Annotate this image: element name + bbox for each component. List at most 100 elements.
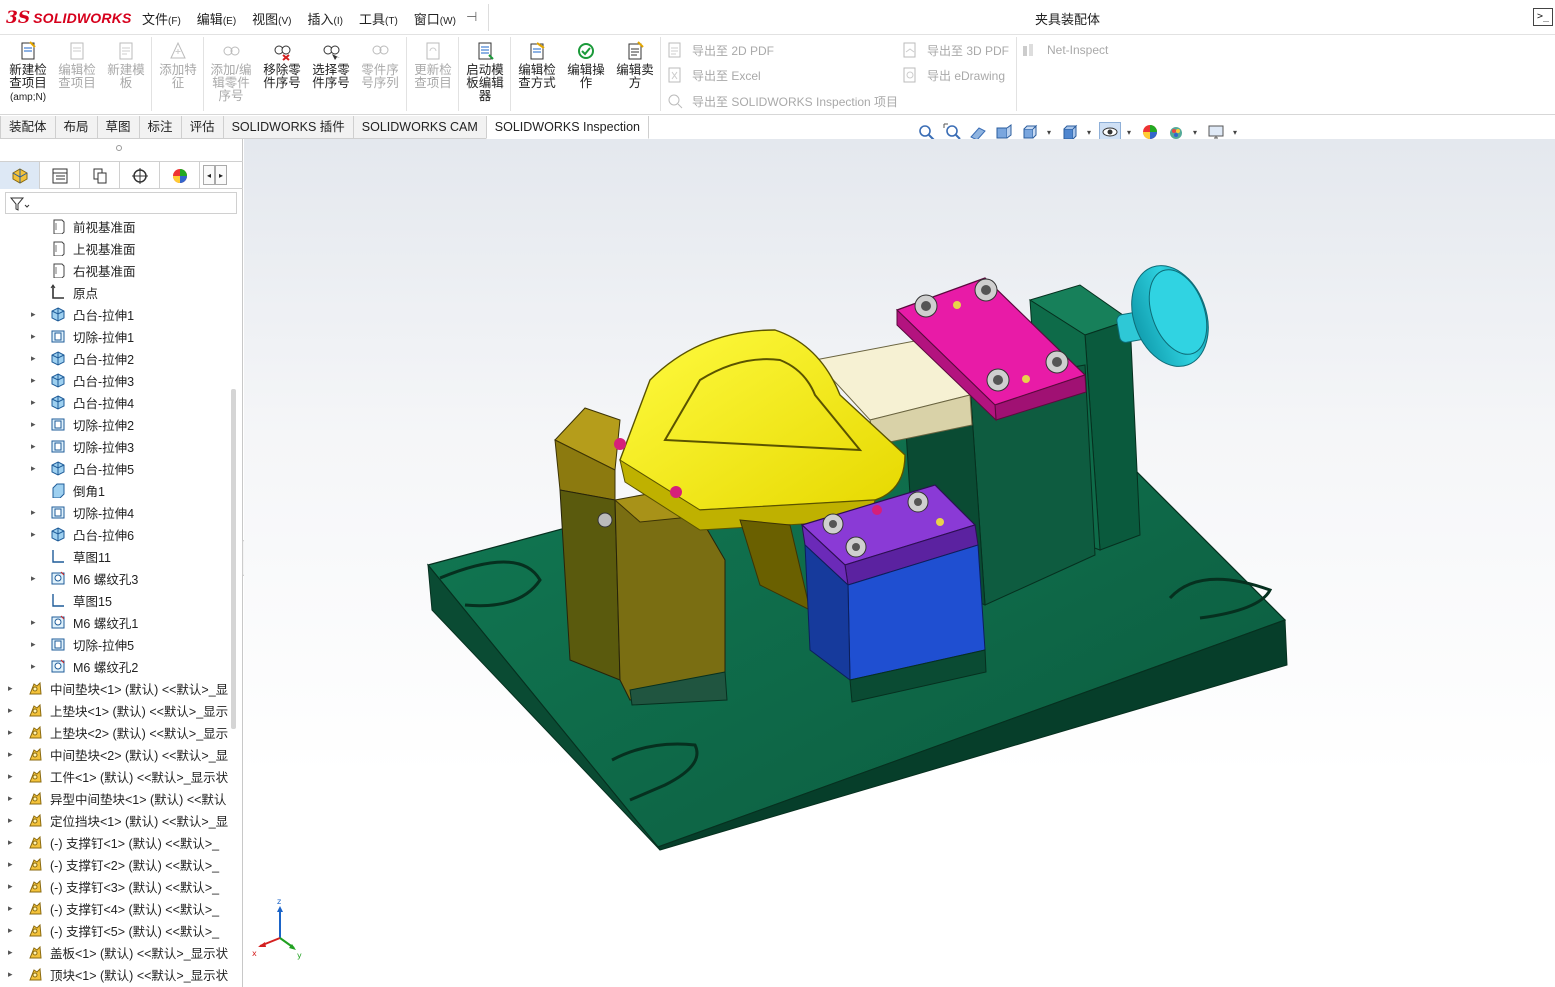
ribbon-button-3[interactable]: 添加特征: [155, 41, 201, 90]
tree-feature-row[interactable]: 原点: [0, 281, 228, 303]
tree-feature-row[interactable]: 倒角1: [0, 479, 228, 501]
menu-3[interactable]: 插入(I): [308, 9, 343, 28]
tree-expand-icon[interactable]: ▸: [31, 331, 36, 342]
tab-6[interactable]: SOLIDWORKS CAM: [352, 116, 487, 139]
tree-expand-icon[interactable]: ▸: [8, 727, 13, 738]
tree-expand-icon[interactable]: ▸: [31, 441, 36, 452]
tree-expand-icon[interactable]: ▸: [8, 749, 13, 760]
tree-expand-icon[interactable]: ▸: [8, 947, 13, 958]
tree-feature-row[interactable]: ▸ 切除-拉伸3: [0, 435, 228, 457]
menu-5[interactable]: 窗口(W): [414, 9, 456, 28]
tree-expand-icon[interactable]: ▸: [31, 375, 36, 386]
pin-menu-icon[interactable]: ⊣: [466, 9, 477, 25]
graphics-viewport[interactable]: [244, 139, 1555, 987]
tree-expand-icon[interactable]: ▸: [31, 639, 36, 650]
panel-collapse-handle[interactable]: [116, 145, 122, 151]
tree-component-row[interactable]: ▸ 盖板<1> (默认) <<默认>_显示状: [0, 941, 228, 963]
tab-0[interactable]: 装配体: [0, 116, 56, 139]
ribbon-button-12[interactable]: 编辑卖方: [612, 41, 658, 90]
ribbon-button-8[interactable]: 更新检 查项目: [410, 41, 456, 90]
net-inspect-button[interactable]: Net-Inspect: [1021, 41, 1108, 59]
ribbon-button-9[interactable]: 启动模 板编辑器: [462, 41, 508, 103]
ribbon-button-7[interactable]: 零件序 号序列: [357, 41, 403, 90]
tree-component-row[interactable]: ▸ 顶块<1> (默认) <<默认>_显示状: [0, 963, 228, 985]
tab-display-manager[interactable]: [160, 162, 200, 189]
tree-expand-icon[interactable]: ▸: [8, 859, 13, 870]
tab-1[interactable]: 布局: [54, 116, 98, 139]
tree-feature-row[interactable]: ▸ 凸台-拉伸3: [0, 369, 228, 391]
tree-component-row[interactable]: ▸ 中间垫块<2> (默认) <<默认>_显: [0, 743, 228, 765]
tree-expand-icon[interactable]: ▸: [8, 837, 13, 848]
tree-expand-icon[interactable]: ▸: [8, 705, 13, 716]
ribbon-button-0[interactable]: 新建检 查项目 (amp;N): [5, 41, 51, 104]
tree-feature-row[interactable]: ▸ 凸台-拉伸5: [0, 457, 228, 479]
tree-feature-row[interactable]: 前视基准面: [0, 215, 228, 237]
tab-7[interactable]: SOLIDWORKS Inspection: [485, 116, 649, 139]
tree-component-row[interactable]: ▸ 上垫块<2> (默认) <<默认>_显示: [0, 721, 228, 743]
tree-component-row[interactable]: ▸ 工件<1> (默认) <<默认>_显示状: [0, 765, 228, 787]
tree-feature-row[interactable]: ▸ 切除-拉伸1: [0, 325, 228, 347]
ribbon-button-1[interactable]: 编辑检 查项目: [54, 41, 100, 90]
tab-3[interactable]: 标注: [138, 116, 182, 139]
tab-2[interactable]: 草图: [96, 116, 140, 139]
tree-expand-icon[interactable]: ▸: [8, 771, 13, 782]
ribbon-button-5[interactable]: 移除零 件序号: [259, 41, 305, 90]
ribbon-button-11[interactable]: 编辑操作: [563, 41, 609, 90]
menu-2[interactable]: 视图(V): [252, 9, 291, 28]
feature-tree-scrollbar[interactable]: [231, 389, 236, 729]
tab-dimxpert-manager[interactable]: [120, 162, 160, 189]
tree-component-row[interactable]: ▸ (-) 支撑钉<3> (默认) <<默认>_: [0, 875, 228, 897]
panel-tabs-scroll-right-icon[interactable]: ▸: [215, 165, 227, 185]
tree-expand-icon[interactable]: ▸: [8, 903, 13, 914]
export-2d-pdf-button[interactable]: 导出至 2D PDF: [666, 41, 774, 59]
tree-feature-row[interactable]: ▸ 切除-拉伸5: [0, 633, 228, 655]
panel-tabs-scroll-left-icon[interactable]: ◂: [203, 165, 215, 185]
tree-feature-row[interactable]: ▸ 凸台-拉伸2: [0, 347, 228, 369]
tree-feature-row[interactable]: 右视基准面: [0, 259, 228, 281]
command-search-icon[interactable]: >_: [1533, 8, 1553, 26]
tab-feature-manager[interactable]: [0, 162, 40, 189]
tree-expand-icon[interactable]: ▸: [8, 925, 13, 936]
tab-configuration-manager[interactable]: [80, 162, 120, 189]
tree-feature-row[interactable]: ▸ 凸台-拉伸1: [0, 303, 228, 325]
tree-feature-row[interactable]: 上视基准面: [0, 237, 228, 259]
tab-5[interactable]: SOLIDWORKS 插件: [222, 116, 354, 139]
tree-expand-icon[interactable]: ▸: [31, 309, 36, 320]
fixture-assembly-model[interactable]: [244, 139, 1555, 987]
tree-feature-row[interactable]: 草图15: [0, 589, 228, 611]
ribbon-button-2[interactable]: 新建模板: [103, 41, 149, 90]
tree-component-row[interactable]: ▸ (-) 支撑钉<1> (默认) <<默认>_: [0, 831, 228, 853]
tree-component-row[interactable]: ▸ 上垫块<1> (默认) <<默认>_显示: [0, 699, 228, 721]
menu-4[interactable]: 工具(T): [359, 9, 398, 28]
tree-expand-icon[interactable]: ▸: [8, 881, 13, 892]
ribbon-button-6[interactable]: 选择零 件序号: [308, 41, 354, 90]
tree-feature-row[interactable]: ▸ 凸台-拉伸4: [0, 391, 228, 413]
export-edrawing-button[interactable]: 导出 eDrawing: [901, 66, 1005, 84]
tree-feature-row[interactable]: ▸ 切除-拉伸2: [0, 413, 228, 435]
feature-tree-filter[interactable]: [5, 192, 237, 214]
tree-feature-row[interactable]: ▸ 切除-拉伸4: [0, 501, 228, 523]
tree-component-row[interactable]: ▸ 异型中间垫块<1> (默认) <<默认: [0, 787, 228, 809]
tree-expand-icon[interactable]: ▸: [31, 463, 36, 474]
tree-expand-icon[interactable]: ▸: [31, 617, 36, 628]
solidworks-logo[interactable]: 3S SOLIDWORKS: [6, 8, 132, 28]
tree-feature-row[interactable]: ▸ M6 螺纹孔2: [0, 655, 228, 677]
tree-component-row[interactable]: ▸ 定位挡块<1> (默认) <<默认>_显: [0, 809, 228, 831]
tree-expand-icon[interactable]: ▸: [31, 353, 36, 364]
tree-expand-icon[interactable]: ▸: [31, 397, 36, 408]
tree-expand-icon[interactable]: ▸: [31, 507, 36, 518]
tree-expand-icon[interactable]: ▸: [31, 573, 36, 584]
tree-expand-icon[interactable]: ▸: [31, 661, 36, 672]
tree-component-row[interactable]: ▸ (-) 支撑钉<2> (默认) <<默认>_: [0, 853, 228, 875]
export-3d-pdf-button[interactable]: 导出至 3D PDF: [901, 41, 1009, 59]
tree-feature-row[interactable]: ▸ 凸台-拉伸6: [0, 523, 228, 545]
tab-4[interactable]: 评估: [180, 116, 224, 139]
tree-expand-icon[interactable]: ▸: [8, 815, 13, 826]
tree-component-row[interactable]: ▸ 中间垫块<1> (默认) <<默认>_显: [0, 677, 228, 699]
tree-expand-icon[interactable]: ▸: [8, 793, 13, 804]
tree-component-row[interactable]: ▸ (-) 支撑钉<4> (默认) <<默认>_: [0, 897, 228, 919]
export-excel-button[interactable]: 导出至 Excel: [666, 66, 761, 84]
menu-0[interactable]: 文件(F): [142, 9, 181, 28]
tree-expand-icon[interactable]: ▸: [31, 529, 36, 540]
tree-feature-row[interactable]: 草图11: [0, 545, 228, 567]
